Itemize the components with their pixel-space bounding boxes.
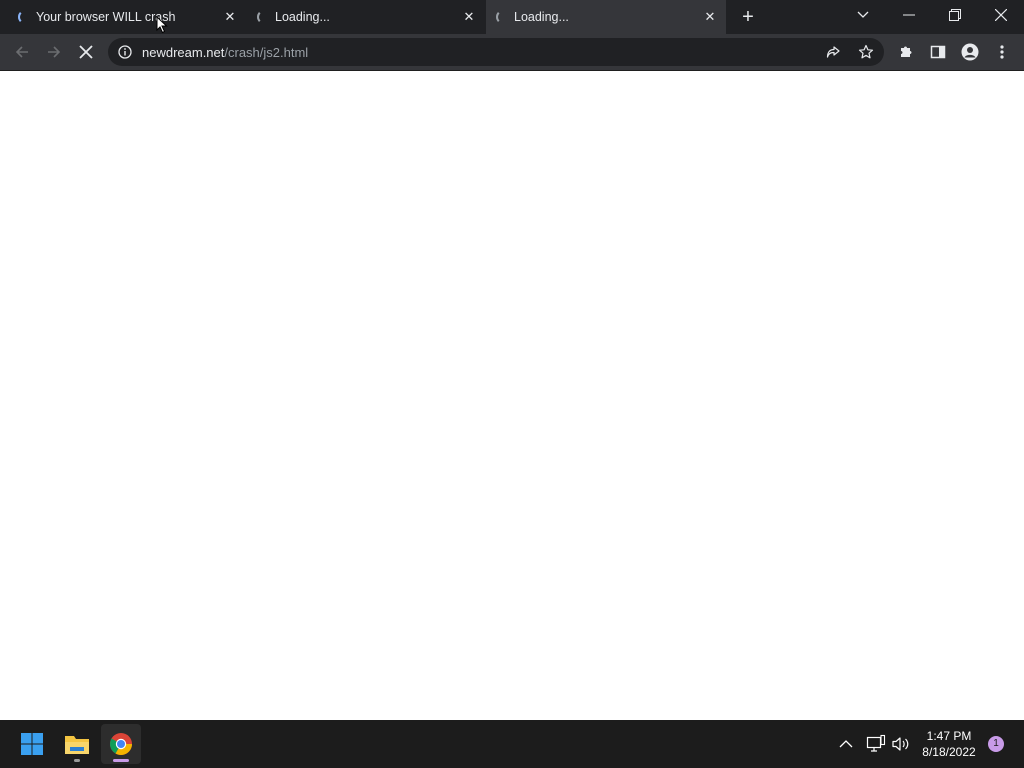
forward-arrow-icon (48, 46, 61, 58)
tab-search-button[interactable] (843, 0, 883, 30)
windows-taskbar: 1:47 PM 8/18/2022 (0, 720, 1024, 768)
new-tab-button[interactable]: + (737, 6, 759, 28)
tab-close-icon[interactable]: ✕ (702, 9, 718, 25)
file-explorer-icon (65, 736, 89, 754)
back-button[interactable] (9, 39, 35, 65)
page-content (0, 71, 1024, 720)
chrome-taskbar-button[interactable] (101, 724, 141, 764)
chevron-up-icon (839, 740, 853, 748)
close-window-button[interactable] (981, 0, 1021, 30)
info-icon[interactable] (118, 45, 132, 59)
network-button[interactable] (866, 734, 886, 754)
clock[interactable]: 1:47 PM 8/18/2022 (915, 728, 983, 760)
clock-date: 8/18/2022 (922, 745, 976, 759)
side-panel-button[interactable] (925, 39, 951, 65)
volume-icon (892, 737, 909, 751)
address-bar[interactable]: newdream.net/crash/js2.html (108, 38, 884, 66)
tab-1[interactable]: Your browser WILL crash ✕ (8, 0, 246, 34)
extensions-button[interactable] (893, 39, 919, 65)
side-panel-icon (930, 45, 946, 59)
clock-time: 1:47 PM (926, 729, 972, 743)
notification-badge[interactable]: 1 (988, 736, 1004, 752)
tab-title: Loading... (514, 10, 569, 24)
close-icon (995, 9, 1007, 21)
profile-button[interactable] (957, 39, 983, 65)
chrome-icon (110, 733, 132, 755)
loading-spinner-icon (496, 10, 510, 24)
tab-title: Your browser WILL crash (36, 10, 176, 24)
tab-title: Loading... (275, 10, 330, 24)
tab-close-icon[interactable]: ✕ (222, 9, 238, 25)
forward-button[interactable] (41, 39, 67, 65)
browser-toolbar: newdream.net/crash/js2.html (0, 34, 1024, 71)
share-icon[interactable] (826, 45, 841, 60)
tab-strip: Your browser WILL crash ✕ Loading... ✕ L… (0, 0, 1024, 34)
restore-button[interactable] (935, 0, 975, 30)
start-button[interactable] (12, 724, 52, 764)
menu-button[interactable] (989, 39, 1015, 65)
tab-3[interactable]: Loading... ✕ (486, 0, 726, 34)
back-arrow-icon (15, 46, 28, 58)
tab-2[interactable]: Loading... ✕ (247, 0, 485, 34)
mouse-cursor-icon (156, 16, 168, 34)
volume-button[interactable] (891, 734, 911, 754)
running-indicator (74, 759, 80, 762)
profile-icon (961, 43, 979, 61)
windows-start-icon (21, 733, 43, 755)
url-path: /crash/js2.html (224, 45, 309, 60)
minimize-button[interactable] (889, 0, 929, 30)
show-hidden-icons-button[interactable] (839, 736, 855, 752)
active-indicator (113, 759, 129, 762)
puzzle-icon (901, 46, 912, 57)
url-text[interactable]: newdream.net/crash/js2.html (142, 45, 308, 60)
url-host: newdream.net (142, 45, 225, 60)
network-icon (866, 734, 886, 752)
star-icon[interactable] (858, 44, 874, 60)
loading-spinner-icon (18, 10, 32, 24)
kebab-menu-icon (1000, 45, 1004, 59)
minimize-icon (903, 14, 915, 16)
stop-button[interactable] (73, 39, 99, 65)
chevron-down-icon (857, 11, 869, 18)
tab-close-icon[interactable]: ✕ (461, 9, 477, 25)
loading-spinner-icon (257, 10, 271, 24)
file-explorer-button[interactable] (57, 724, 97, 764)
stop-loading-icon (79, 45, 93, 59)
restore-icon (949, 9, 961, 21)
